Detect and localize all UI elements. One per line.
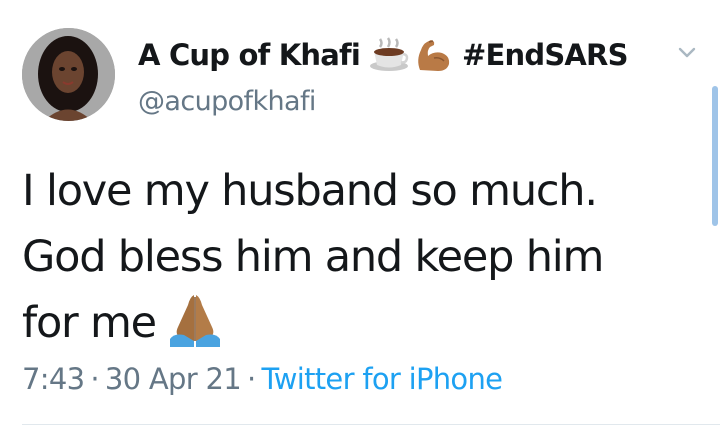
- chevron-down-icon[interactable]: [676, 44, 698, 62]
- tweet-text-line-1: I love my husband so much.: [22, 166, 598, 216]
- author-handle[interactable]: @acupofkhafi: [138, 86, 316, 117]
- tweet-meta: 7:43 · 30 Apr 21 · Twitter for iPhone: [22, 362, 503, 396]
- hot-beverage-emoji-icon: [368, 36, 410, 74]
- display-name-text: A Cup of Khafi: [138, 38, 361, 72]
- folded-hands-emoji-icon: [164, 291, 226, 347]
- scrollbar[interactable]: [712, 86, 718, 226]
- flexed-biceps-emoji-icon: [412, 36, 454, 74]
- divider: [22, 424, 720, 425]
- tweet-text-line-3-text: for me: [22, 298, 157, 348]
- hashtag-endsars[interactable]: #EndSARS: [462, 38, 628, 72]
- meta-separator-2: ·: [246, 362, 256, 396]
- avatar-image: [22, 28, 115, 121]
- tweet-source-link[interactable]: Twitter for iPhone: [262, 362, 503, 396]
- tweet-date[interactable]: 30 Apr 21: [105, 362, 242, 396]
- tweet-text-line-3: for me: [22, 290, 702, 356]
- avatar[interactable]: [22, 28, 115, 121]
- tweet-text-line-2: God bless him and keep him: [22, 232, 604, 282]
- tweet-time[interactable]: 7:43: [22, 362, 85, 396]
- meta-separator: ·: [90, 362, 99, 396]
- tweet-text: I love my husband so much. God bless him…: [22, 158, 702, 356]
- author-display-name[interactable]: A Cup of Khafi #EndSARS: [138, 33, 628, 77]
- tweet-card: A Cup of Khafi #EndSARS @acupofkhafi I l…: [0, 0, 720, 432]
